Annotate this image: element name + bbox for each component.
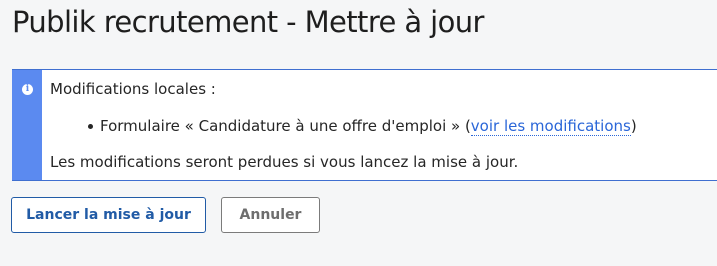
info-icon: i bbox=[22, 84, 33, 95]
notice-stripe: i bbox=[12, 70, 42, 180]
list-item-text: Formulaire « Candidature à une offre d'e… bbox=[100, 117, 471, 135]
notice-intro: Modifications locales : bbox=[50, 80, 216, 98]
info-notice: i Modifications locales : Formulaire « C… bbox=[12, 69, 717, 181]
list-item: Formulaire « Candidature à une offre d'e… bbox=[88, 117, 637, 136]
launch-update-button[interactable]: Lancer la mise à jour bbox=[11, 197, 206, 233]
view-changes-link[interactable]: voir les modifications bbox=[470, 117, 631, 136]
list-item-suffix: ) bbox=[630, 117, 637, 135]
notice-warning: Les modifications seront perdues si vous… bbox=[50, 153, 519, 171]
page-title: Publik recrutement - Mettre à jour bbox=[12, 5, 484, 39]
cancel-button[interactable]: Annuler bbox=[221, 197, 320, 233]
bullet-icon bbox=[88, 124, 93, 129]
